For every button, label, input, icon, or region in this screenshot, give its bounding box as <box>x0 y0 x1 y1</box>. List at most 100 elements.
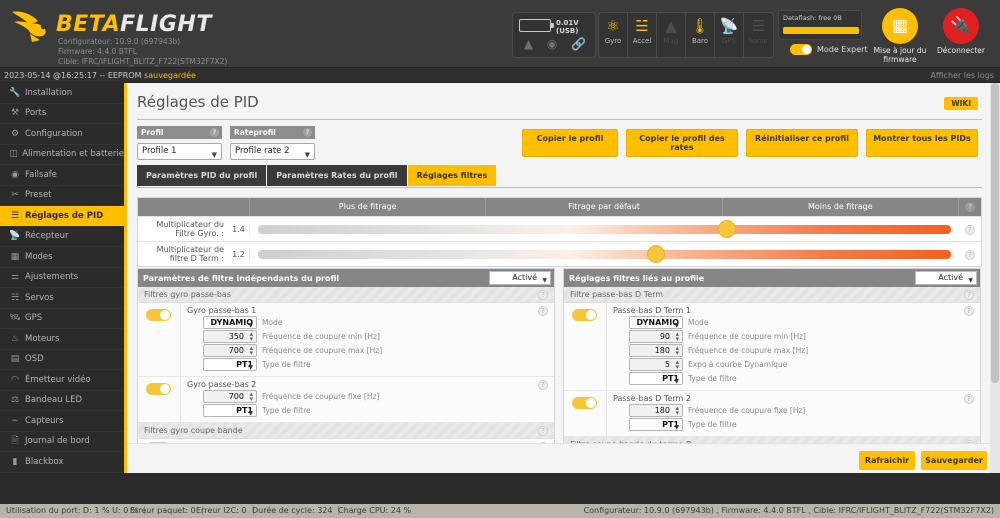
sidebar-item-logging[interactable]: 🗎 Journal de bord <box>0 432 124 452</box>
dterm-lp1-mode-select[interactable]: DYNAMIQ ▼ <box>629 316 683 329</box>
stepper-icon[interactable]: ▴ ▾ <box>675 405 679 417</box>
sidebar-item-led-strip[interactable]: ⚖ Bandeau LED <box>0 391 124 411</box>
left-panel-enable-dropdown[interactable]: Activé ▼ <box>489 271 551 285</box>
sidebar-item-gps[interactable]: 🛰 GPS <box>0 309 124 329</box>
tab-pid-profile-settings[interactable]: Paramètres PID du profil <box>137 165 268 186</box>
dterm-lp2-fixed-input[interactable]: 180 ▴ ▾ <box>629 404 683 417</box>
save-button[interactable]: Sauvegarder <box>921 451 987 470</box>
sidebar-item-ports[interactable]: ⚒ Ports <box>0 104 124 124</box>
gyro-lowpass-1-row: Gyro passe-bas 1 DYNAMIQ ▼ Mode 350 ▴ ▾ Fré… <box>138 303 554 377</box>
gyro-lp1-min-input[interactable]: 350 ▴ ▾ <box>203 330 257 343</box>
help-icon[interactable]: ? <box>538 306 548 316</box>
slider-handle[interactable] <box>717 219 736 238</box>
gyro-lp2-fixed-input[interactable]: 700 ▴ ▾ <box>203 390 257 403</box>
dterm-lp1-min-input[interactable]: 90 ▴ ▾ <box>629 330 683 343</box>
scrollbar-thumb[interactable] <box>991 83 999 383</box>
tab-rate-profile-settings[interactable]: Paramètres Rates du profil <box>267 165 408 186</box>
show-logs-link[interactable]: Afficher les logs <box>930 71 994 80</box>
stepper-icon[interactable]: ▴ ▾ <box>249 345 253 357</box>
gyro-lp2-type-caption: Type de filtre <box>262 406 311 415</box>
gyro-lp1-type-caption: Type de filtre <box>262 360 311 369</box>
help-icon[interactable]: ? <box>210 128 219 137</box>
dterm-lp2-type-select[interactable]: PT1 ▼ <box>629 418 683 431</box>
sidebar-item-video-transmitter[interactable]: ◠ Émetteur vidéo <box>0 370 124 391</box>
column-default-filtering: Fitrage par défaut <box>486 198 723 216</box>
sidebar-item-osd[interactable]: ▤ OSD <box>0 350 124 370</box>
dterm-lp1-type-select[interactable]: PT1 ▼ <box>629 372 683 385</box>
sidebar-item-failsafe[interactable]: ◉ Failsafe <box>0 165 124 186</box>
gyro-lp2-type-select[interactable]: PT1 ▼ <box>203 404 257 417</box>
gyro-lp1-max-value: 700 <box>228 346 244 355</box>
gyro-lp1-type-select[interactable]: PT1 ▼ <box>203 358 257 371</box>
sidebar-item-installation[interactable]: 🔧 Installation <box>0 83 124 104</box>
gyro-lp1-mode-select[interactable]: DYNAMIQ ▼ <box>203 316 257 329</box>
dterm-filter-multiplier-slider[interactable] <box>250 242 959 267</box>
help-icon[interactable]: ? <box>965 224 975 235</box>
battery-icon <box>519 19 554 32</box>
slider-handle[interactable] <box>647 244 666 263</box>
sidebar-item-blackbox[interactable]: ▮ Blackbox <box>0 452 124 473</box>
sidebar-item-configuration[interactable]: ⚙ Configuration <box>0 124 124 145</box>
show-all-pids-button[interactable]: Montrer tous les PIDs <box>866 129 978 157</box>
help-icon[interactable]: ? <box>303 128 312 137</box>
dterm-lowpass-1-row: Passe-bas D Term 1 DYNAMIQ ▼ Mode 90 ▴ ▾ Fr… <box>564 303 980 391</box>
sidebar-item-label: Journal de bord <box>25 436 90 447</box>
sidebar-item-motors[interactable]: ♨ Moteurs <box>0 329 124 350</box>
sensor-accel-label: Accel <box>632 37 652 45</box>
copy-rate-profile-button[interactable]: Copier le profil des rates <box>626 129 738 157</box>
help-icon[interactable]: ? <box>538 380 548 390</box>
sidebar-item-pid-tuning[interactable]: ☰ Réglages de PID <box>0 206 124 227</box>
link-icon[interactable]: 🔗 <box>571 38 586 50</box>
refresh-button[interactable]: Rafraichir <box>859 451 915 470</box>
wiki-button[interactable]: WIKI <box>944 97 978 110</box>
rateprofile-dropdown[interactable]: Profile rate 2 ▼ <box>230 143 315 160</box>
profile-dropdown[interactable]: Profile 1 ▼ <box>137 143 222 160</box>
gyro-lowpass-2-toggle[interactable] <box>146 383 171 395</box>
help-icon[interactable]: ? <box>964 202 975 212</box>
sidebar-item-adjustments[interactable]: ⚌ Ajustements <box>0 268 124 288</box>
help-icon[interactable]: ? <box>965 249 975 260</box>
warning-icon: ▲ <box>523 37 534 51</box>
help-icon[interactable]: ? <box>538 290 548 300</box>
sidebar-item-label: Bandeau LED <box>25 395 83 406</box>
expert-mode-switch[interactable] <box>790 44 812 55</box>
dterm-filter-multiplier-label: Multiplicateur de filtre D Term : <box>156 245 224 263</box>
help-icon[interactable]: ? <box>964 306 974 316</box>
gyro-filter-multiplier-slider[interactable] <box>250 217 959 242</box>
sidebar-item-sensors[interactable]: ∼ Capteurs <box>0 411 124 432</box>
firmware-update-button[interactable]: ▦ Mise à jour du firmware <box>873 8 927 64</box>
gyro-lowpass-1-toggle[interactable] <box>146 309 171 321</box>
stepper-icon[interactable]: ▴ ▾ <box>249 391 253 403</box>
dterm-lowpass-group-header: Filtre passe-bas D Term ? <box>564 287 980 303</box>
left-panel-enable-value: Activé <box>512 273 537 282</box>
gyro-lp1-max-input[interactable]: 700 ▴ ▾ <box>203 344 257 357</box>
tab-filter-settings[interactable]: Réglages filtres <box>407 165 498 186</box>
sidebar-item-modes[interactable]: ▦ Modes <box>0 247 124 268</box>
stepper-icon[interactable]: ▴ ▾ <box>675 331 679 343</box>
sidebar-item-preset[interactable]: ✂ Preset <box>0 186 124 206</box>
slider-track <box>258 249 951 259</box>
dterm-lp1-expo-input[interactable]: 5 ▴ ▾ <box>629 358 683 371</box>
dterm-lowpass-2-toggle[interactable] <box>572 397 597 409</box>
dterm-lp1-max-row: 180 ▴ ▾ Fréquence de coupure max [Hz] <box>629 344 980 357</box>
stepper-icon[interactable]: ▴ ▾ <box>675 345 679 357</box>
disconnect-button[interactable]: 🔌 Déconnecter <box>932 8 990 55</box>
sidebar-item-power-battery[interactable]: ◫ Alimentation et batterie <box>0 145 124 165</box>
expert-mode-toggle[interactable]: Mode Expert <box>790 44 868 55</box>
sidebar-item-servos[interactable]: ☵ Servos <box>0 288 124 309</box>
cpu-load-status: Charge CPU: 24 % <box>338 506 412 515</box>
help-icon[interactable]: ? <box>538 426 548 436</box>
gyro-lp1-min-row: 350 ▴ ▾ Fréquence de coupure min [Hz] <box>203 330 554 343</box>
right-panel-enable-dropdown[interactable]: Activé ▼ <box>915 271 977 285</box>
help-icon[interactable]: ? <box>964 394 974 404</box>
copy-profile-button[interactable]: Copier le profil <box>522 129 618 157</box>
dterm-lowpass-1-toggle[interactable] <box>572 309 597 321</box>
chevron-down-icon: ▼ <box>674 378 679 385</box>
stepper-icon[interactable]: ▴ ▾ <box>675 359 679 371</box>
help-icon[interactable]: ? <box>964 290 974 300</box>
main-scrollbar[interactable] <box>990 83 1000 473</box>
reset-profile-button[interactable]: Réinitialiser ce profil <box>746 129 858 157</box>
stepper-icon[interactable]: ▴ ▾ <box>249 331 253 343</box>
dterm-lp1-max-input[interactable]: 180 ▴ ▾ <box>629 344 683 357</box>
sidebar-item-receiver[interactable]: 📡 Récepteur <box>0 227 124 247</box>
